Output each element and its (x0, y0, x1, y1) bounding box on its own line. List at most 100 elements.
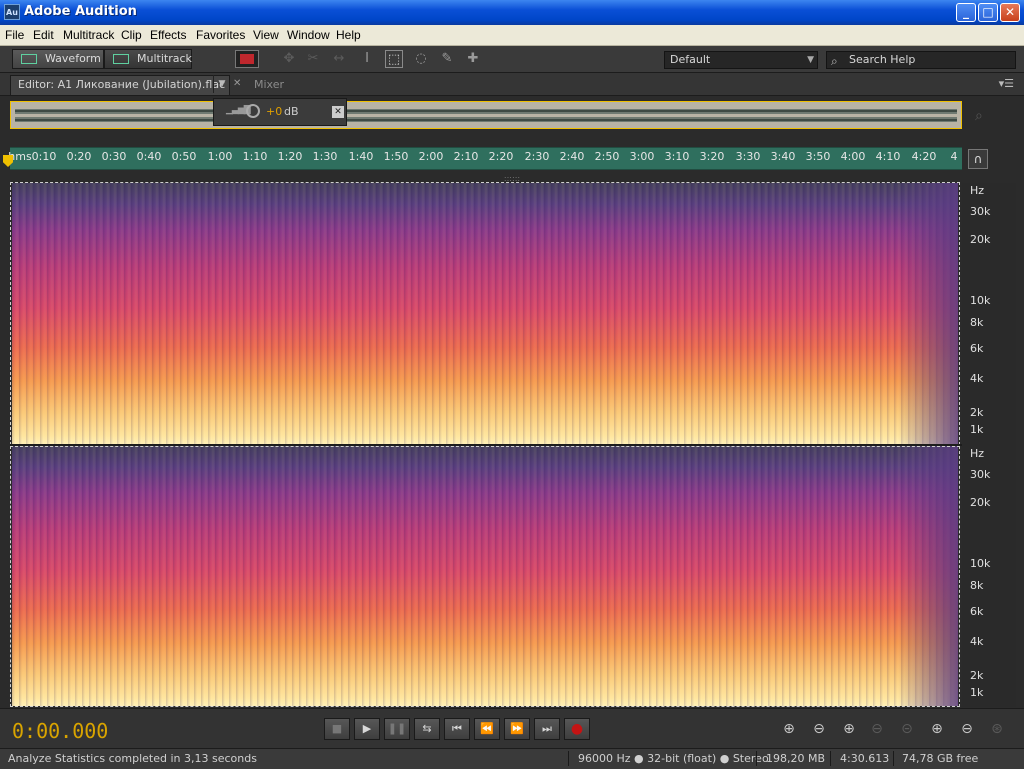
overview-waveform[interactable] (10, 101, 962, 129)
ruler-label: 0:20 (66, 150, 92, 163)
spectrogram-fade (898, 183, 958, 444)
spectral-display-toggle[interactable] (235, 50, 259, 68)
spectral-channel-left[interactable] (12, 183, 958, 444)
razor-tool-icon[interactable]: ✂ (304, 50, 322, 68)
ruler-label: 0:50 (171, 150, 197, 163)
search-placeholder: Search Help (849, 53, 916, 66)
menu-file[interactable]: File (5, 28, 24, 42)
scroll-grip-icon[interactable]: :::::: (500, 175, 524, 183)
spectral-channel-right[interactable] (12, 446, 958, 706)
zoom-in-time-icon[interactable]: ⊕ (838, 720, 860, 738)
zoom-in-amplitude-icon[interactable]: ⊕ (778, 720, 800, 738)
frequency-scale[interactable]: Hz 30k 20k 10k 8k 6k 4k 2k 1k Hz 30k 20k… (962, 183, 1016, 707)
workspace-dropdown[interactable]: Default ▼ (664, 51, 818, 69)
zoom-out-amplitude-icon[interactable]: ⊖ (808, 720, 830, 738)
tab-mixer[interactable]: Mixer (254, 78, 284, 91)
ruler-label: 2:10 (453, 150, 479, 163)
time-selection-tool-icon[interactable]: Ι (358, 50, 376, 68)
menu-favorites[interactable]: Favorites (196, 28, 245, 42)
panel-tab-bar: Editor: A1 Ликование (Jubilation).flac ▼… (0, 73, 1024, 96)
slip-tool-icon[interactable]: ↔ (330, 50, 348, 68)
freq-unit-label: Hz (970, 447, 985, 460)
freq-label: 4k (970, 635, 984, 648)
ruler-label: 0:10 (31, 150, 57, 163)
zoom-out-time-icon[interactable]: ⊖ (866, 720, 888, 738)
zoom-overview-icon: ⌕ (975, 108, 983, 124)
stop-button[interactable]: ■ (324, 718, 350, 740)
ruler-label: 4 (950, 150, 958, 163)
menu-effects[interactable]: Effects (150, 28, 186, 42)
ruler-label: 2:40 (559, 150, 585, 163)
time-ruler[interactable]: hms 0:10 0:20 0:30 0:40 0:50 1:00 1:10 1… (8, 147, 962, 170)
close-button[interactable]: ✕ (1000, 3, 1020, 22)
menu-view[interactable]: View (253, 28, 279, 42)
tab-editor[interactable]: Editor: A1 Ликование (Jubilation).flac (10, 75, 230, 95)
status-free-space: 74,78 GB free (902, 752, 979, 765)
overview-waveform-graphic (11, 102, 961, 128)
hud-volume-value[interactable]: +0 (266, 105, 282, 118)
menu-window[interactable]: Window (287, 28, 330, 42)
ruler-label: 1:00 (207, 150, 233, 163)
zoom-selection-icon[interactable]: ⊛ (986, 720, 1008, 738)
move-tool-icon[interactable]: ✥ (280, 50, 298, 68)
ruler-label: 3:10 (664, 150, 690, 163)
zoom-in-point-icon[interactable]: ⊕ (926, 720, 948, 738)
zoom-out-full-icon[interactable]: ⊝ (896, 720, 918, 738)
freq-label: 2k (970, 669, 984, 682)
close-tab-icon[interactable]: ✕ (233, 78, 241, 89)
zoom-out-point-icon[interactable]: ⊖ (956, 720, 978, 738)
spot-healing-tool-icon[interactable]: ✚ (464, 50, 482, 68)
status-message: Analyze Statistics completed in 3,13 sec… (8, 752, 257, 765)
move-to-start-button[interactable]: ⏮ (444, 718, 470, 740)
marquee-tool-icon[interactable]: ⬚ (385, 50, 403, 68)
loop-button[interactable]: ⇆ (414, 718, 440, 740)
ruler-label: 0:30 (101, 150, 127, 163)
spectrogram (12, 446, 958, 706)
ruler-label: 1:40 (348, 150, 374, 163)
minimize-button[interactable]: _ (956, 3, 976, 22)
waveform-label: Waveform (45, 52, 101, 65)
panel-menu-icon[interactable]: ▾☰ (999, 77, 1014, 90)
rewind-button[interactable]: ⏪ (474, 718, 500, 740)
ruler-label: 2:30 (524, 150, 550, 163)
move-to-end-button[interactable]: ⏭ (534, 718, 560, 740)
pin-icon[interactable]: ✕ (332, 106, 344, 118)
record-button[interactable]: ● (564, 718, 590, 740)
freq-label: 1k (970, 686, 984, 699)
ruler-label: 4:10 (875, 150, 901, 163)
current-time-display[interactable]: 0:00.000 (12, 719, 108, 743)
freq-label: 6k (970, 342, 984, 355)
window-title: Adobe Audition (24, 4, 137, 19)
ruler-label: 3:00 (629, 150, 655, 163)
pause-button[interactable]: ❚❚ (384, 718, 410, 740)
ruler-label: 3:20 (699, 150, 725, 163)
menu-clip[interactable]: Clip (121, 28, 142, 42)
ruler-label: 2:50 (594, 150, 620, 163)
play-button[interactable]: ▶ (354, 718, 380, 740)
multitrack-label: Multitrack (137, 52, 192, 65)
waveform-view-button[interactable]: Waveform (12, 49, 104, 69)
ruler-label: 0:40 (136, 150, 162, 163)
menu-edit[interactable]: Edit (33, 28, 54, 42)
multitrack-icon (113, 54, 129, 64)
freq-label: 30k (970, 468, 991, 481)
chevron-down-icon: ▼ (807, 55, 814, 65)
lasso-tool-icon[interactable]: ◌ (412, 50, 430, 68)
fast-forward-button[interactable]: ⏩ (504, 718, 530, 740)
search-help-input[interactable]: ⌕ Search Help (826, 51, 1016, 69)
freq-label: 6k (970, 605, 984, 618)
status-divider (893, 751, 894, 766)
status-divider (756, 751, 757, 766)
status-format: 96000 Hz ● 32-bit (float) ● Stereo (578, 752, 769, 765)
ruler-label: 1:10 (242, 150, 268, 163)
ruler-label: 1:30 (312, 150, 338, 163)
brush-tool-icon[interactable]: ✎ (438, 50, 456, 68)
menu-help[interactable]: Help (336, 28, 361, 42)
file-dropdown-icon[interactable]: ▼ (213, 75, 230, 93)
menu-multitrack[interactable]: Multitrack (63, 28, 114, 42)
ruler-label: 1:20 (277, 150, 303, 163)
multitrack-view-button[interactable]: Multitrack (104, 49, 192, 69)
maximize-button[interactable]: □ (978, 3, 998, 22)
snap-magnet-icon[interactable]: ∩ (968, 149, 988, 169)
volume-knob[interactable] (246, 104, 260, 118)
